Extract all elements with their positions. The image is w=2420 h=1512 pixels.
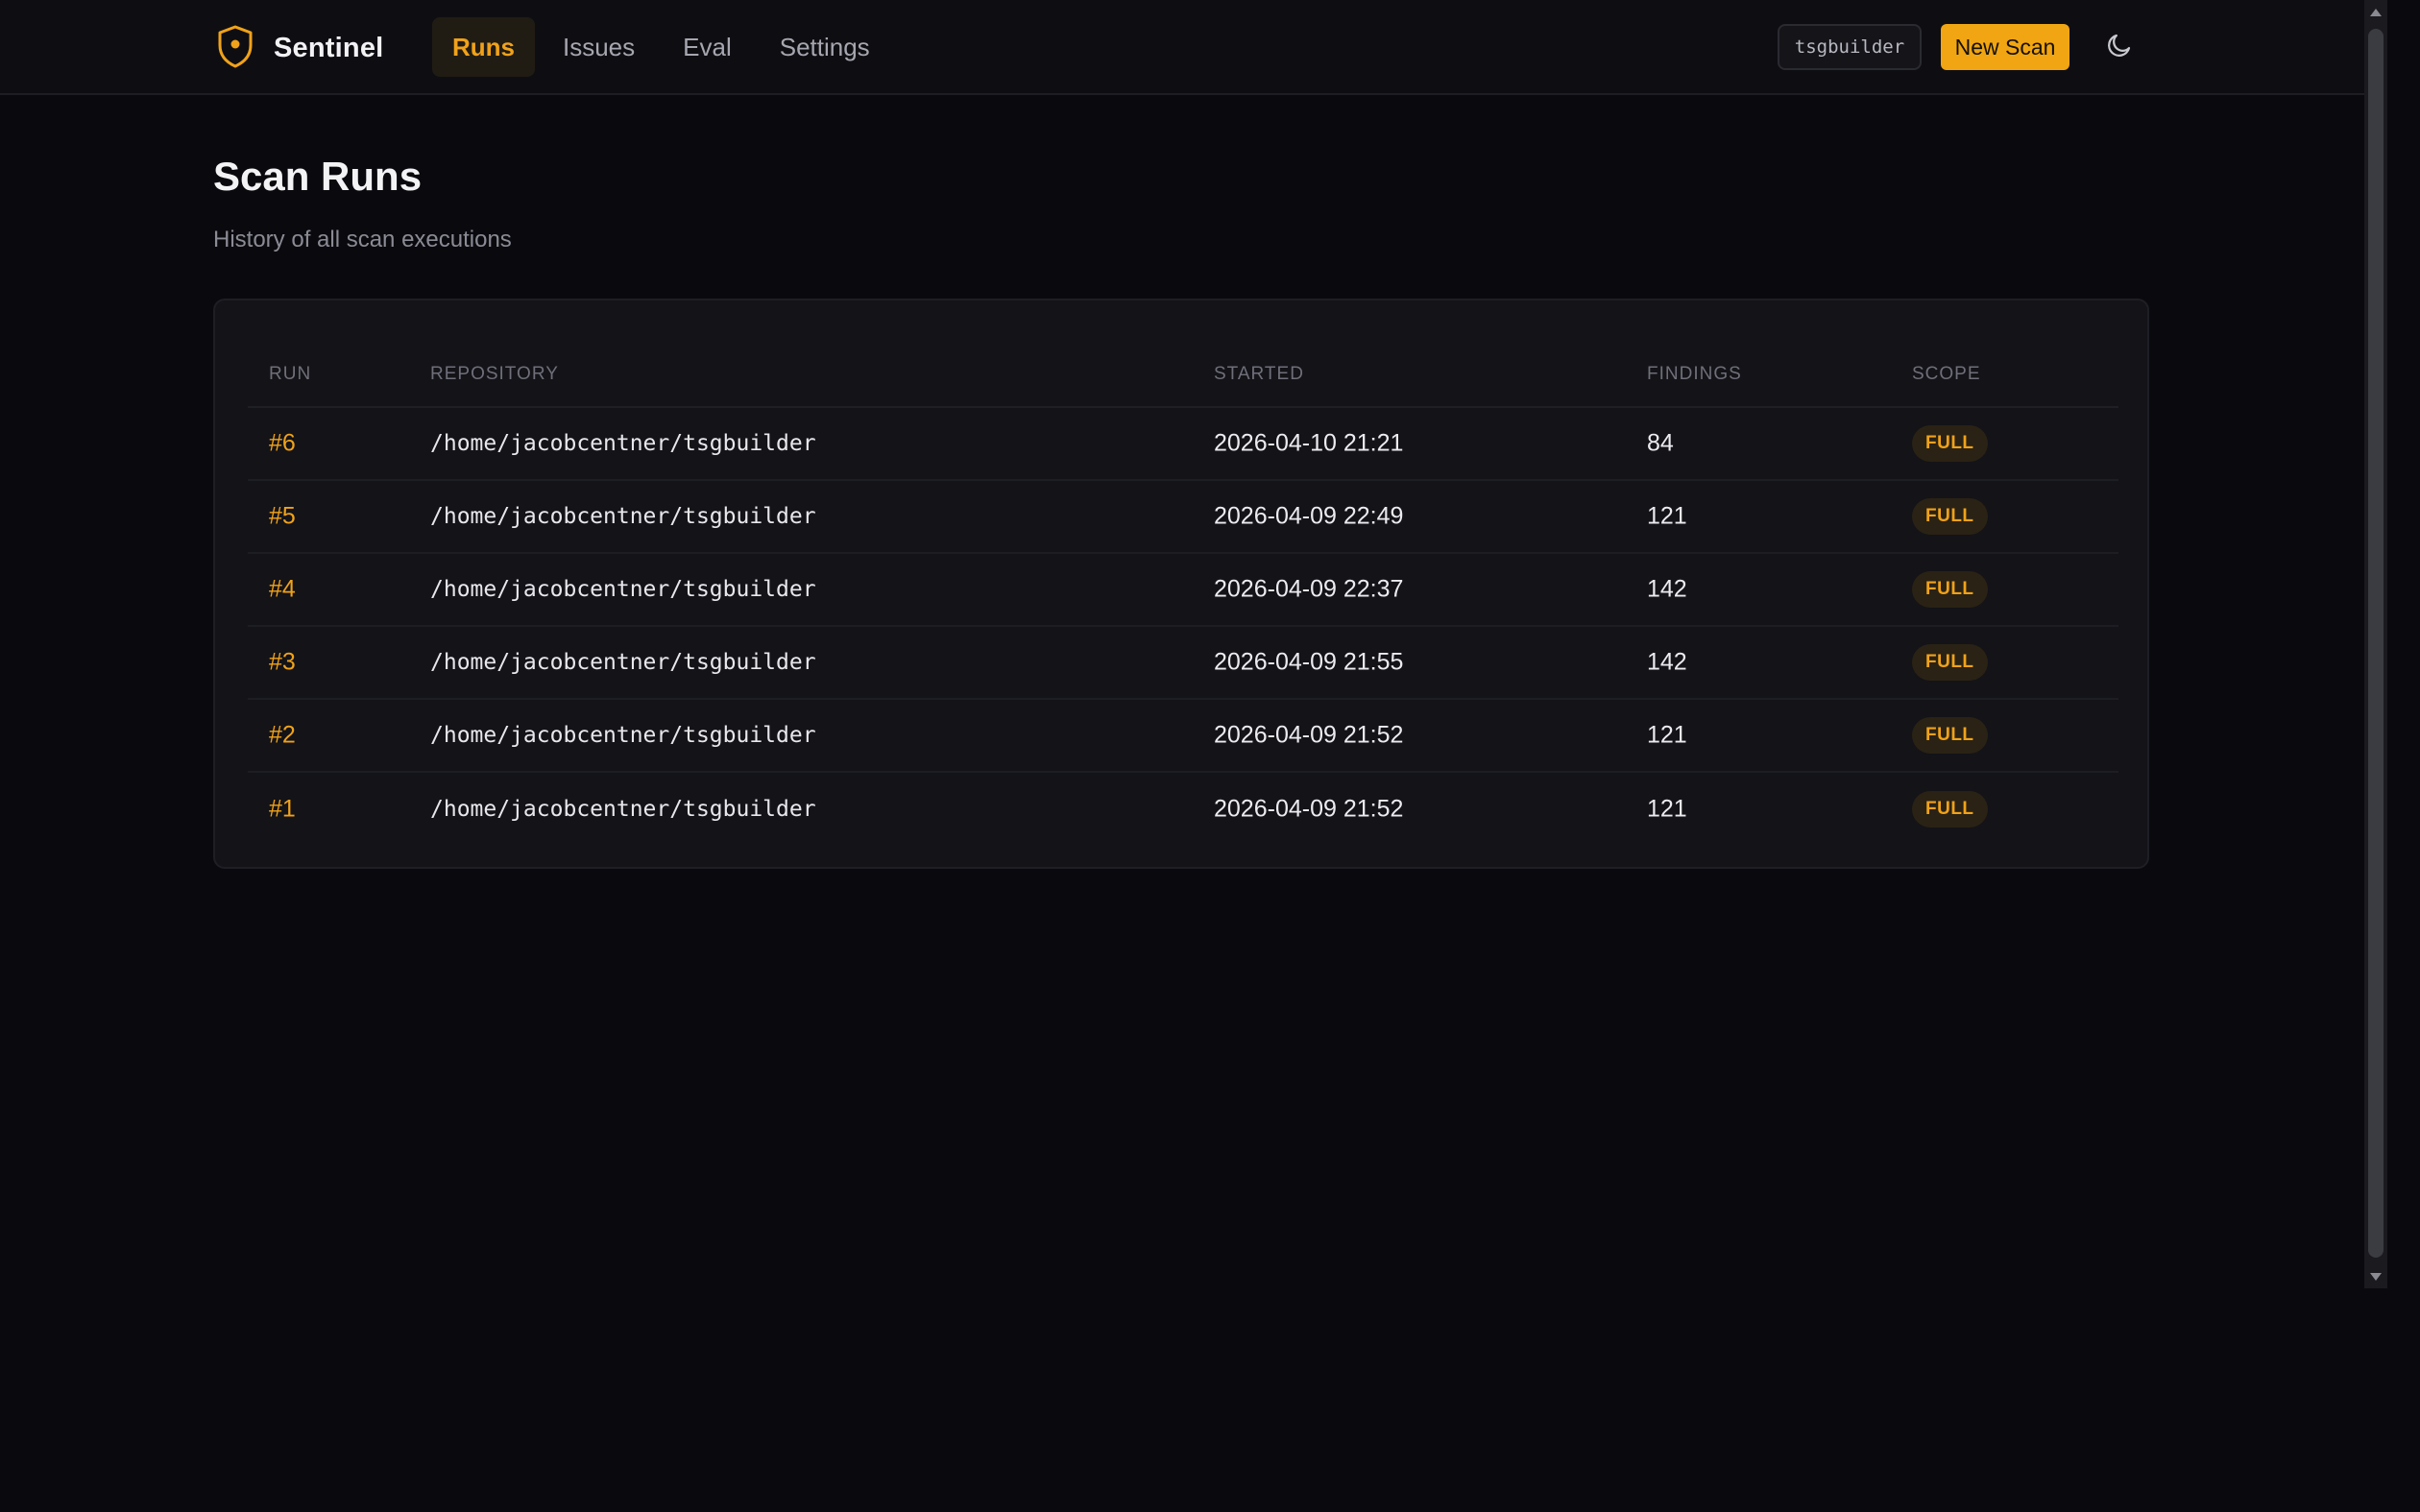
started-timestamp: 2026-04-09 21:52: [1214, 795, 1404, 823]
vertical-scrollbar[interactable]: [2364, 0, 2387, 1288]
run-id-link[interactable]: #4: [269, 576, 296, 604]
started-timestamp: 2026-04-09 22:49: [1214, 502, 1404, 530]
table-header: RUN REPOSITORY STARTED FINDINGS SCOPE: [248, 341, 2118, 408]
run-id-link[interactable]: #2: [269, 722, 296, 750]
scope-badge: FULL: [1912, 644, 1988, 681]
scope-badge: FULL: [1912, 791, 1988, 828]
column-header-repository: REPOSITORY: [430, 364, 559, 384]
table-row[interactable]: #1 /home/jacobcentner/tsgbuilder 2026-04…: [248, 773, 2118, 846]
tab-runs[interactable]: Runs: [432, 17, 535, 77]
repository-path: /home/jacobcentner/tsgbuilder: [430, 577, 816, 602]
findings-count: 142: [1647, 575, 1687, 603]
scope-badge: FULL: [1912, 571, 1988, 608]
started-timestamp: 2026-04-10 21:21: [1214, 429, 1404, 457]
started-timestamp: 2026-04-09 21:52: [1214, 721, 1404, 749]
page-title: Scan Runs: [213, 154, 423, 199]
top-nav-bar: Sentinel Runs Issues Eval Settings tsgbu…: [0, 0, 2364, 95]
tab-issues[interactable]: Issues: [543, 17, 655, 77]
tab-eval[interactable]: Eval: [663, 17, 752, 77]
findings-count: 121: [1647, 795, 1687, 823]
repo-selector[interactable]: tsgbuilder: [1778, 24, 1922, 70]
table-row[interactable]: #5 /home/jacobcentner/tsgbuilder 2026-04…: [248, 481, 2118, 554]
repository-path: /home/jacobcentner/tsgbuilder: [430, 504, 816, 529]
column-header-run: RUN: [269, 364, 312, 384]
runs-table-card: RUN REPOSITORY STARTED FINDINGS SCOPE #6…: [213, 299, 2149, 869]
started-timestamp: 2026-04-09 22:37: [1214, 575, 1404, 603]
tab-settings[interactable]: Settings: [760, 17, 890, 77]
brand[interactable]: Sentinel: [216, 25, 383, 71]
scope-badge: FULL: [1912, 717, 1988, 754]
new-scan-button[interactable]: New Scan: [1941, 24, 2069, 70]
app-name: Sentinel: [274, 32, 384, 63]
run-id-link[interactable]: #5: [269, 503, 296, 531]
repository-path: /home/jacobcentner/tsgbuilder: [430, 723, 816, 748]
repository-path: /home/jacobcentner/tsgbuilder: [430, 431, 816, 456]
table-row[interactable]: #3 /home/jacobcentner/tsgbuilder 2026-04…: [248, 627, 2118, 700]
table-row[interactable]: #4 /home/jacobcentner/tsgbuilder 2026-04…: [248, 554, 2118, 627]
scroll-down-arrow-icon[interactable]: [2368, 1269, 2384, 1284]
table-row[interactable]: #6 /home/jacobcentner/tsgbuilder 2026-04…: [248, 408, 2118, 481]
column-header-findings: FINDINGS: [1647, 364, 1742, 384]
shield-logo-icon: [216, 24, 254, 73]
findings-count: 121: [1647, 721, 1687, 749]
table-row[interactable]: #2 /home/jacobcentner/tsgbuilder 2026-04…: [248, 700, 2118, 773]
findings-count: 121: [1647, 502, 1687, 530]
scrollbar-thumb[interactable]: [2368, 29, 2384, 1258]
run-id-link[interactable]: #3: [269, 649, 296, 677]
moon-icon: [2105, 31, 2134, 64]
repository-path: /home/jacobcentner/tsgbuilder: [430, 650, 816, 675]
started-timestamp: 2026-04-09 21:55: [1214, 648, 1404, 676]
column-header-started: STARTED: [1214, 364, 1304, 384]
findings-count: 84: [1647, 429, 1674, 457]
main-nav: Runs Issues Eval Settings: [432, 17, 898, 77]
theme-toggle-button[interactable]: [2101, 29, 2138, 65]
run-id-link[interactable]: #1: [269, 796, 296, 824]
scope-badge: FULL: [1912, 425, 1988, 462]
repository-path: /home/jacobcentner/tsgbuilder: [430, 797, 816, 822]
scroll-up-arrow-icon[interactable]: [2368, 5, 2384, 20]
column-header-scope: SCOPE: [1912, 364, 1981, 384]
app-viewport: Sentinel Runs Issues Eval Settings tsgbu…: [0, 0, 2420, 1512]
page-subtitle: History of all scan executions: [213, 227, 512, 252]
scope-badge: FULL: [1912, 498, 1988, 535]
run-id-link[interactable]: #6: [269, 430, 296, 458]
runs-table: RUN REPOSITORY STARTED FINDINGS SCOPE #6…: [248, 341, 2118, 846]
findings-count: 142: [1647, 648, 1687, 676]
